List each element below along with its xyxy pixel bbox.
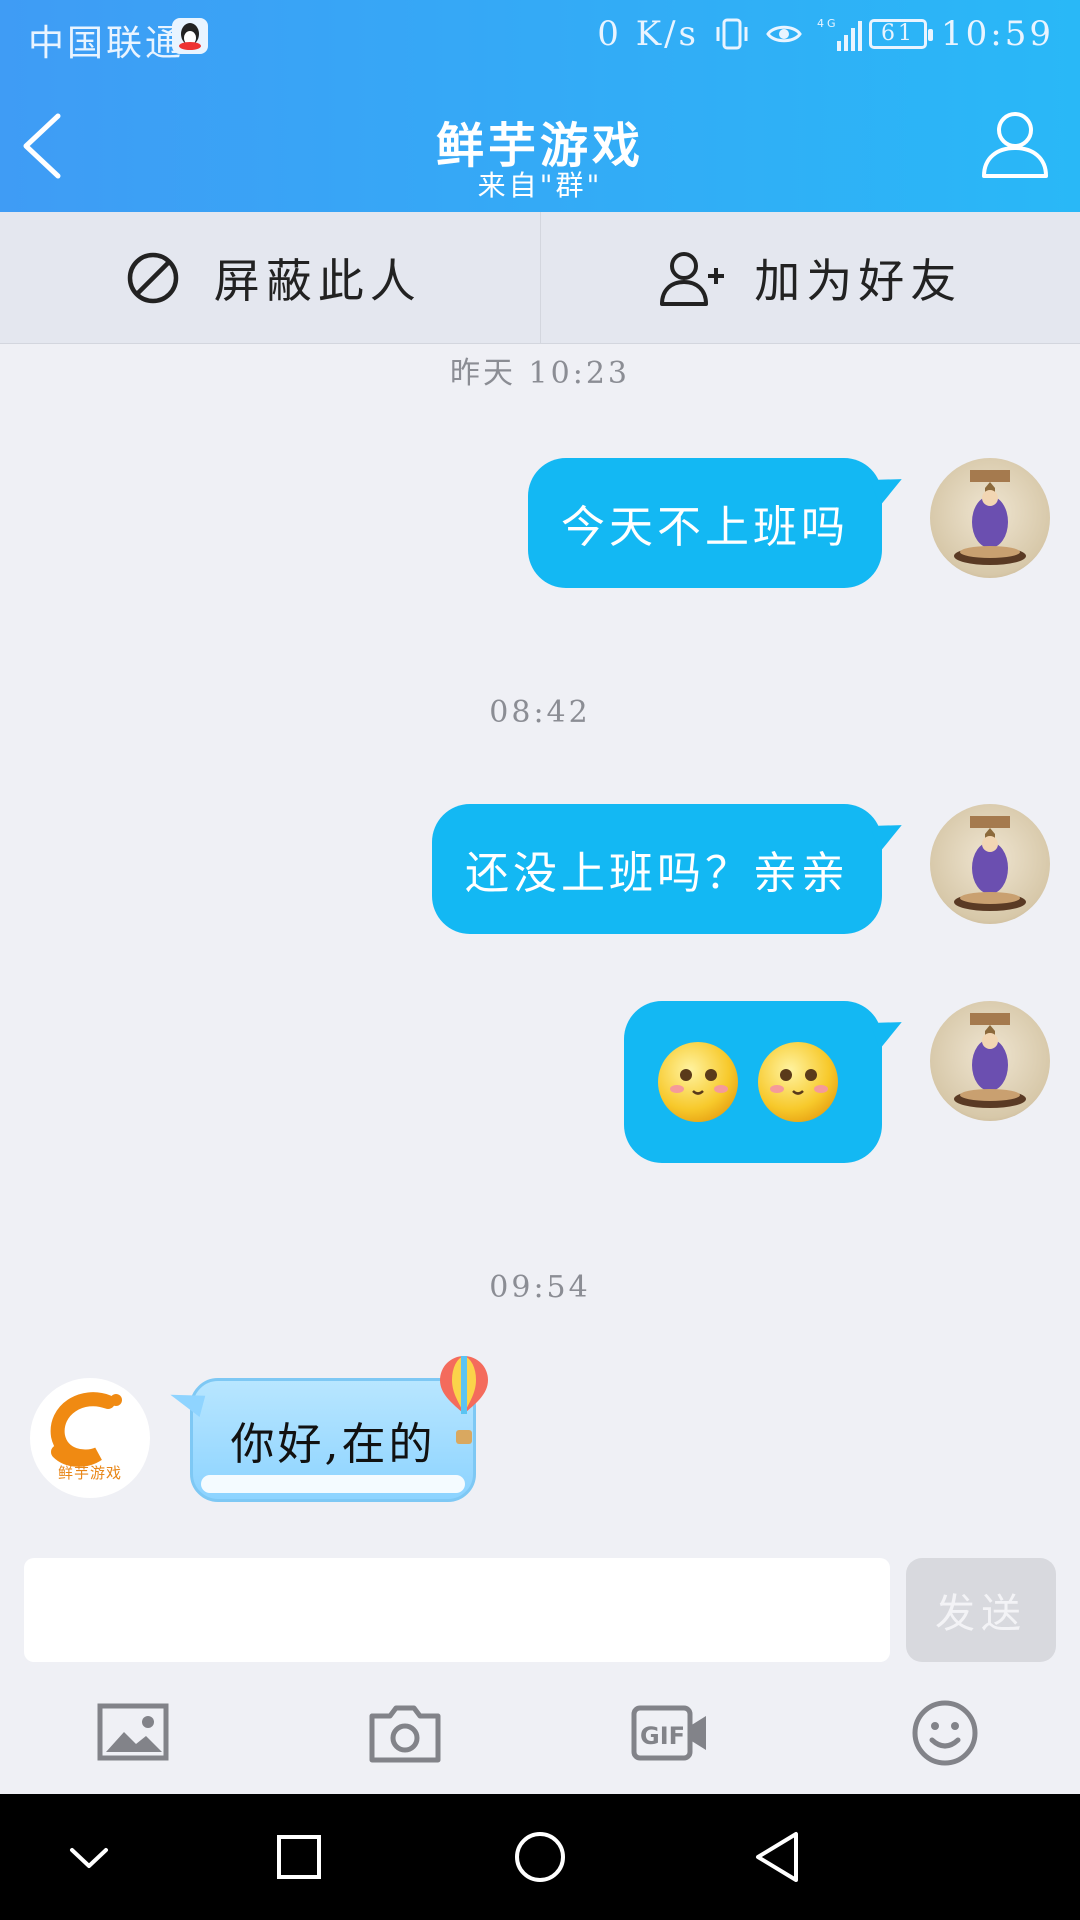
- timestamp: 昨天 10:23: [450, 356, 630, 391]
- avatar[interactable]: [930, 804, 1050, 924]
- hot-air-balloon-icon: [440, 1356, 488, 1444]
- camera-button[interactable]: [364, 1698, 446, 1768]
- message-text: 还没上班吗？亲亲: [465, 848, 849, 899]
- send-button[interactable]: 发送: [906, 1558, 1056, 1662]
- chat-subtitle: 来自"群": [477, 169, 603, 202]
- clock: 10:59: [941, 14, 1054, 54]
- status-indicators: 0 K/s 4G 61 10:59: [597, 14, 1054, 54]
- timestamp: 08:42: [489, 695, 591, 730]
- back-nav-button[interactable]: [748, 1824, 814, 1890]
- triangle-back-icon: [756, 1832, 798, 1882]
- warrior-avatar-image: [954, 816, 1026, 911]
- timestamp: 09:54: [489, 1270, 591, 1305]
- home-button[interactable]: [507, 1824, 573, 1890]
- block-button[interactable]: 屏蔽此人: [0, 212, 540, 343]
- message-bubble-outgoing[interactable]: [624, 1001, 882, 1163]
- message-text: 你好,在的: [230, 1419, 436, 1470]
- eye-icon: [765, 15, 803, 53]
- message-text: 今天不上班吗: [561, 502, 849, 553]
- square-icon: [277, 1835, 321, 1879]
- block-label: 屏蔽此人: [213, 253, 422, 308]
- gif-icon: GIF: [631, 1705, 706, 1761]
- qq-notification-icon: [172, 18, 208, 54]
- profile-button[interactable]: [978, 106, 1052, 180]
- warrior-avatar-image: [954, 470, 1026, 565]
- chat-header: 中国联通 0 K/s 4G 61 10:59 鲜芋游戏 来自"群": [0, 0, 1080, 212]
- stranger-action-bar: 屏蔽此人 加为好友: [0, 212, 1080, 344]
- svg-text:GIF: GIF: [640, 1722, 685, 1750]
- recent-apps-button[interactable]: [266, 1824, 332, 1890]
- add-friend-button[interactable]: 加为好友: [539, 212, 1080, 343]
- signal-type-label: 4G: [817, 17, 839, 30]
- bubble-cloud-decoration: [201, 1475, 465, 1493]
- vibrate-icon: [713, 15, 751, 53]
- hide-keyboard-button[interactable]: [56, 1824, 122, 1890]
- warrior-avatar-image: [954, 1013, 1026, 1108]
- net-speed: 0 K/s: [597, 14, 700, 54]
- battery-icon: 61: [869, 19, 934, 49]
- composer: 发送 GIF: [0, 1536, 1080, 1794]
- message-bubble-outgoing[interactable]: 今天不上班吗: [528, 458, 882, 588]
- system-navigation-bar: [0, 1794, 1080, 1920]
- add-person-icon: [660, 251, 725, 306]
- smile-face-emoji-icon: [658, 1042, 838, 1122]
- contact-avatar[interactable]: 鲜芋游戏: [30, 1378, 150, 1498]
- message-bubble-outgoing[interactable]: 还没上班吗？亲亲: [432, 804, 882, 934]
- block-icon: [127, 252, 178, 303]
- image-icon: [97, 1703, 169, 1761]
- emoji-button[interactable]: [904, 1698, 986, 1768]
- camera-icon: [369, 1705, 441, 1763]
- carrier-label: 中国联通: [28, 23, 185, 64]
- emoji-icon: [912, 1700, 978, 1766]
- message-input[interactable]: [24, 1558, 890, 1662]
- message-bubble-incoming[interactable]: 你好,在的: [190, 1378, 476, 1502]
- image-button[interactable]: [94, 1698, 176, 1768]
- avatar[interactable]: [930, 458, 1050, 578]
- circle-icon: [515, 1832, 565, 1882]
- add-friend-label: 加为好友: [754, 253, 963, 308]
- gif-button[interactable]: GIF: [630, 1698, 712, 1768]
- person-icon: [982, 112, 1048, 178]
- logo-text: 鲜芋游戏: [57, 1464, 122, 1482]
- signal-icon: 4G: [817, 15, 863, 53]
- avatar[interactable]: [930, 1001, 1050, 1121]
- chevron-down-icon: [70, 1848, 108, 1868]
- status-bar: 中国联通 0 K/s 4G 61 10:59: [0, 0, 1080, 78]
